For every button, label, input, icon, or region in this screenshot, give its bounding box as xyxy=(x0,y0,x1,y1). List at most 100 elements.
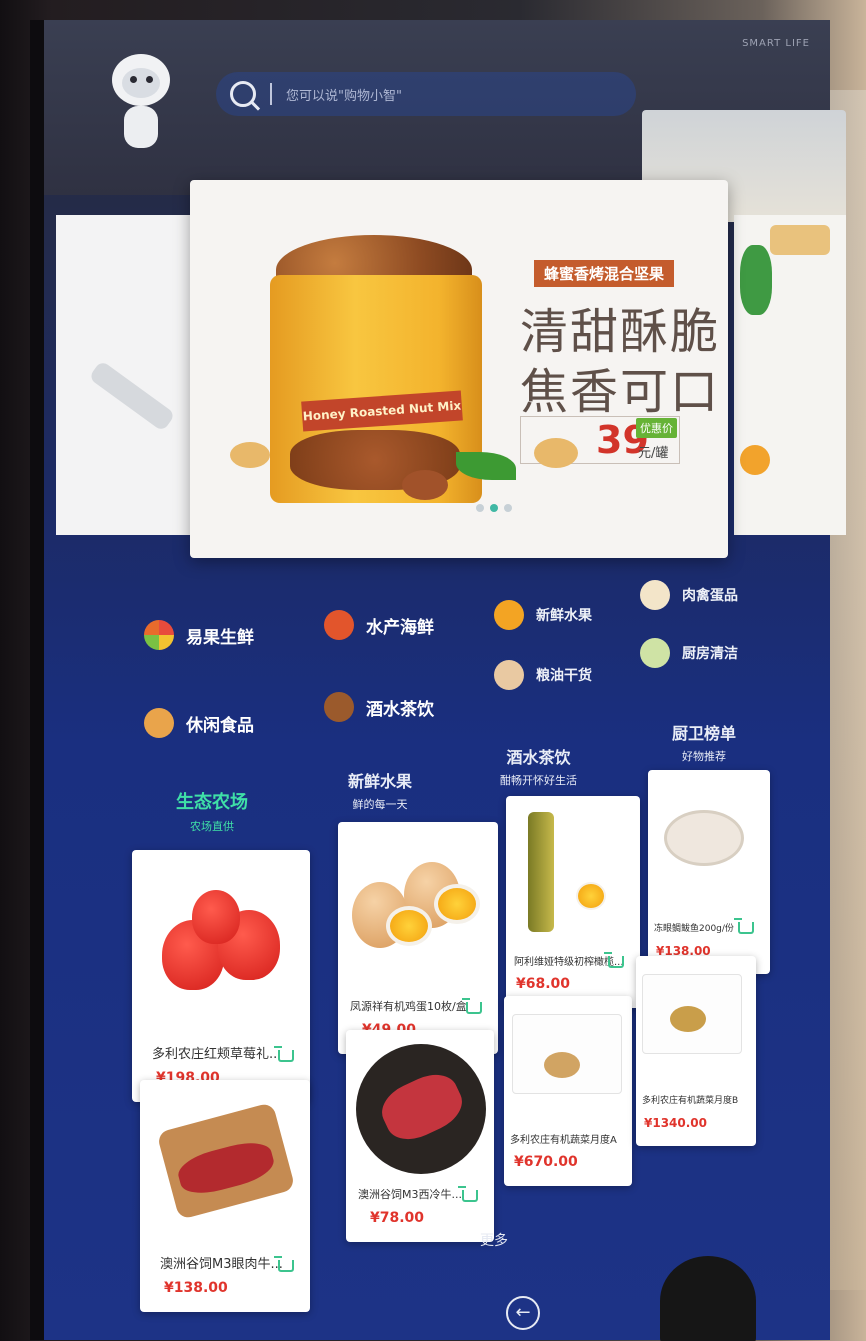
crab-icon xyxy=(324,610,354,640)
tab-eco-farm[interactable]: 生态农场 农场直供 xyxy=(176,788,248,834)
product-name: 多利农庄有机蔬菜月度B xyxy=(642,1096,739,1106)
product-name: 冻眼鲷鲅鱼200g/份 xyxy=(654,924,734,934)
tab-title: 厨卫榜单 xyxy=(672,724,737,743)
tab-subtitle: 农场直供 xyxy=(190,820,234,833)
robot-mascot-icon[interactable] xyxy=(106,48,176,153)
category-item[interactable]: 粮油干货 xyxy=(494,660,592,690)
product-card[interactable]: 凤源祥有机鸡蛋10枚/盒 ¥49.00 xyxy=(338,822,498,1054)
almond-image xyxy=(402,470,448,500)
strawberry-image xyxy=(132,850,310,1006)
carousel-dot[interactable] xyxy=(476,504,484,512)
search-icon[interactable] xyxy=(230,81,256,107)
product-card[interactable]: 阿利维娅特级初榨橄榄... ¥68.00 xyxy=(506,796,640,1008)
carousel-dot-active[interactable] xyxy=(490,504,498,512)
tab-subtitle: 酣畅开怀好生活 xyxy=(500,774,577,787)
glass-bottle-image xyxy=(88,360,176,432)
ribeye-board-image xyxy=(140,1080,310,1224)
category-label: 新鲜水果 xyxy=(536,608,592,624)
veg-box-b-image xyxy=(636,956,756,1074)
cart-icon[interactable] xyxy=(462,998,482,1014)
product-price: ¥670.00 xyxy=(514,1154,578,1170)
product-name: 澳洲谷饲M3西冷牛... xyxy=(358,1188,462,1201)
orange-image xyxy=(740,445,770,475)
kiosk-photo: SMART LIFE 您可以说"购物小智" Honey Roasted Nut … xyxy=(0,0,866,1341)
tab-fresh-fruit[interactable]: 新鲜水果 鲜的每一天 xyxy=(348,768,412,812)
search-bar[interactable]: 您可以说"购物小智" xyxy=(216,72,636,116)
herb-image xyxy=(740,245,772,315)
product-card[interactable]: 冻眼鲷鲅鱼200g/份 ¥138.00 xyxy=(648,770,770,974)
category-label: 休闲食品 xyxy=(186,715,254,736)
cart-icon[interactable] xyxy=(274,1256,294,1272)
category-item[interactable]: 新鲜水果 xyxy=(494,600,592,630)
tab-kitchen-rank[interactable]: 厨卫榜单 好物推荐 xyxy=(672,720,736,764)
tab-title: 新鲜水果 xyxy=(348,772,413,791)
search-placeholder: 您可以说"购物小智" xyxy=(286,88,402,104)
category-label: 水产海鲜 xyxy=(366,617,434,638)
carousel-slide-next[interactable] xyxy=(734,215,846,535)
product-name: 多利农庄红颊草莓礼... xyxy=(152,1047,282,1062)
search-divider xyxy=(270,83,272,105)
teapot-icon xyxy=(324,692,354,722)
category-item[interactable]: 易果生鲜 xyxy=(144,620,254,650)
orange-icon xyxy=(494,600,524,630)
eggs-image xyxy=(338,822,498,966)
rice-bag-icon xyxy=(494,660,524,690)
product-price: ¥68.00 xyxy=(516,976,571,992)
product-card[interactable]: 多利农庄有机蔬菜月度A ¥670.00 xyxy=(504,996,632,1186)
back-arrow-icon[interactable]: ← xyxy=(506,1296,540,1330)
category-item[interactable]: 肉禽蛋品 xyxy=(640,580,738,610)
category-item[interactable]: 休闲食品 xyxy=(144,708,254,738)
category-label: 粮油干货 xyxy=(536,668,592,684)
product-card[interactable]: 多利农庄红颊草莓礼... ¥198.00 xyxy=(132,850,310,1102)
camera-device xyxy=(660,1256,756,1341)
category-item[interactable]: 酒水茶饮 xyxy=(324,692,434,722)
fish-fillet-image xyxy=(648,770,770,896)
tab-subtitle: 好物推荐 xyxy=(682,750,726,763)
price-unit: 元/罐 xyxy=(638,446,669,461)
product-name: 凤源祥有机鸡蛋10枚/盒 xyxy=(350,1000,467,1013)
product-name: 澳洲谷饲M3眼肉牛... xyxy=(160,1257,283,1272)
banner-headline-2: 焦香可口 xyxy=(520,364,721,420)
category-label: 易果生鲜 xyxy=(186,627,254,648)
product-card[interactable]: 多利农庄有机蔬菜月度B ¥1340.00 xyxy=(636,956,756,1146)
olive-oil-image xyxy=(506,796,640,932)
top-bar: SMART LIFE 您可以说"购物小智" xyxy=(44,20,846,222)
category-item[interactable]: 水产海鲜 xyxy=(324,610,434,640)
category-label: 酒水茶饮 xyxy=(366,699,434,720)
banner-subtitle: 蜂蜜香烤混合坚果 xyxy=(534,260,675,287)
cart-icon[interactable] xyxy=(274,1046,294,1062)
cart-icon[interactable] xyxy=(604,952,624,968)
fruit-cluster-icon xyxy=(144,620,174,650)
tab-title: 酒水茶饮 xyxy=(506,748,571,767)
category-item[interactable]: 厨房清洁 xyxy=(640,638,738,668)
tab-title: 生态农场 xyxy=(176,792,248,813)
sirloin-plate-image xyxy=(346,1030,494,1174)
brand-label: SMART LIFE xyxy=(742,38,810,49)
promo-badge: 优惠价 xyxy=(636,418,677,438)
tab-drinks[interactable]: 酒水茶饮 酣畅开怀好生活 xyxy=(500,744,577,788)
product-card[interactable]: 澳洲谷饲M3眼肉牛... ¥138.00 xyxy=(140,1080,310,1312)
kiosk-screen: SMART LIFE 您可以说"购物小智" Honey Roasted Nut … xyxy=(30,20,846,1340)
category-label: 厨房清洁 xyxy=(682,646,738,662)
banner-slide[interactable]: Honey Roasted Nut Mix 蜂蜜香烤混合坚果 清甜酥脆 焦香可口… xyxy=(190,180,728,558)
veg-box-a-image xyxy=(504,996,632,1114)
chicken-leg-icon xyxy=(640,580,670,610)
noodle-image xyxy=(770,225,830,255)
brush-icon xyxy=(640,638,670,668)
product-price: ¥138.00 xyxy=(164,1280,228,1296)
tab-subtitle: 鲜的每一天 xyxy=(352,798,408,811)
cashew-image xyxy=(230,442,270,468)
price-cashew-image xyxy=(534,438,578,468)
product-price: ¥1340.00 xyxy=(644,1116,708,1130)
carousel-indicators xyxy=(476,504,512,512)
product-card[interactable]: 澳洲谷饲M3西冷牛... ¥78.00 xyxy=(346,1030,494,1242)
cart-icon[interactable] xyxy=(458,1186,478,1202)
category-label: 肉禽蛋品 xyxy=(682,588,738,604)
product-price: ¥78.00 xyxy=(370,1210,425,1226)
snack-icon xyxy=(144,708,174,738)
product-name: 多利农庄有机蔬菜月度A xyxy=(510,1135,617,1146)
more-link[interactable]: 更多 xyxy=(480,1230,508,1250)
carousel-dot[interactable] xyxy=(504,504,512,512)
carousel-slide-prev[interactable] xyxy=(56,215,206,535)
cart-icon[interactable] xyxy=(734,918,754,934)
